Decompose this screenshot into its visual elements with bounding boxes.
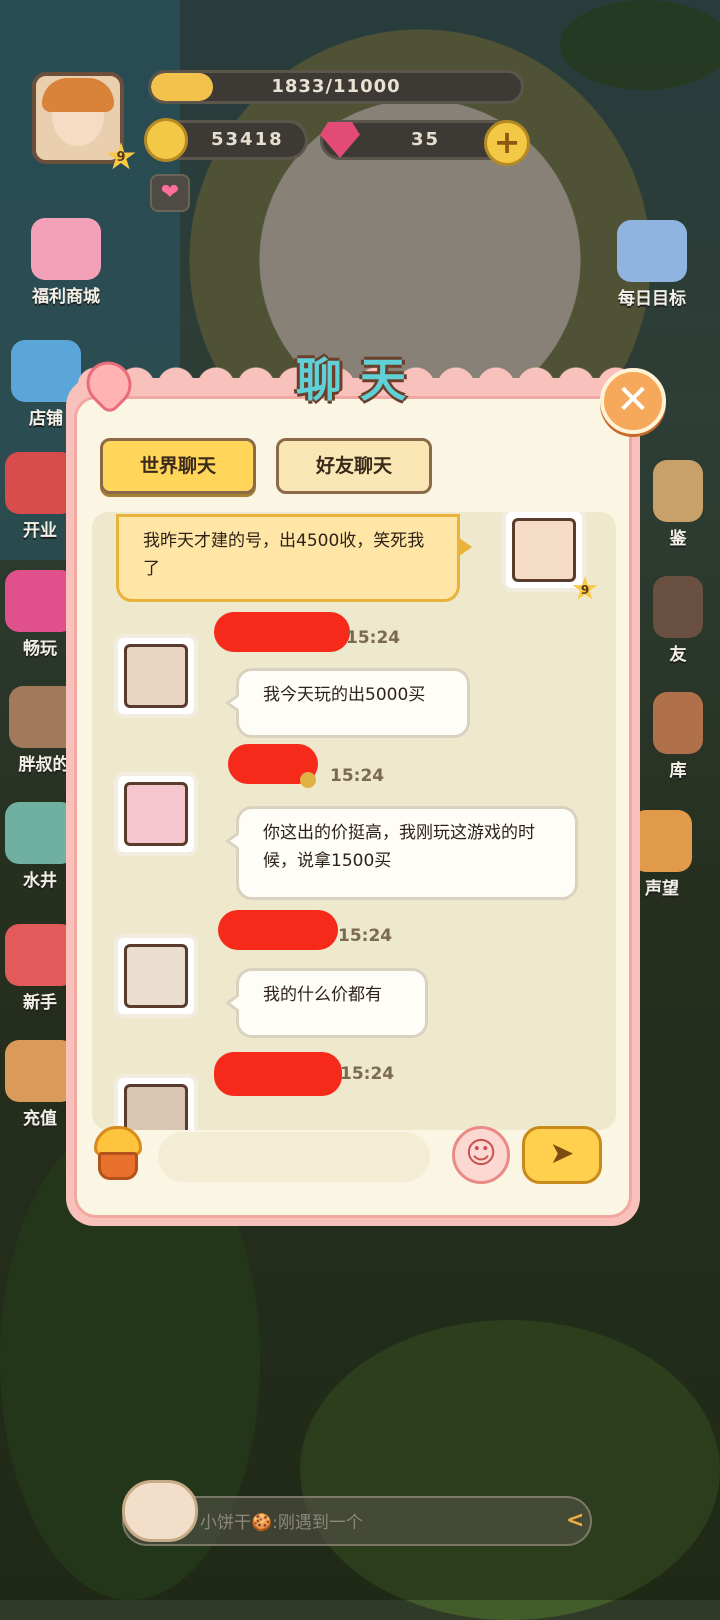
close-button[interactable]: ✕	[600, 368, 666, 434]
collapse-arrow-icon[interactable]: <	[566, 1508, 584, 1533]
user-avatar[interactable]	[114, 772, 198, 856]
cake-shop-icon	[31, 218, 101, 280]
gem-amount: 35	[411, 129, 441, 150]
add-gems-button[interactable]: +	[484, 120, 530, 166]
avatar-image	[124, 944, 188, 1008]
coin-amount: 53418	[211, 129, 284, 150]
sidebar-item-collection[interactable]: 鉴	[628, 460, 720, 549]
avatar-image	[512, 518, 576, 582]
cupcake-icon[interactable]	[90, 1126, 146, 1182]
chat-bubble: 你这出的价挺高，我刚玩这游戏的时候，说拿1500买	[225, 806, 578, 900]
user-avatar[interactable]	[114, 1074, 198, 1130]
friends-icon	[653, 576, 703, 638]
sidebar-item-daily-goals[interactable]: 每日目标	[602, 220, 702, 309]
message-text: 我的什么价都有	[263, 985, 382, 1005]
redacted-username	[214, 1052, 342, 1096]
cupcake-bottom	[98, 1152, 138, 1180]
clock-icon	[300, 772, 316, 788]
gift-icon	[5, 452, 75, 514]
tab-world-chat[interactable]: 世界聊天	[100, 438, 256, 494]
sidebar-item-friends[interactable]: 友	[628, 576, 720, 665]
player-avatar[interactable]	[32, 72, 124, 164]
message-time: 15:24	[338, 926, 393, 946]
chat-message-input[interactable]	[158, 1132, 430, 1182]
chat-message-list[interactable]: 我昨天才建的号，出4500收，笑死我了 9 15:24 我今天玩的出5000买 …	[92, 512, 616, 1130]
avatar-image	[124, 1084, 188, 1130]
sidebar-item-welfare-shop[interactable]: 福利商城	[16, 218, 116, 307]
redacted-username	[218, 910, 338, 950]
chat-bubble-icon[interactable]	[122, 1480, 198, 1542]
sidebar-label: 福利商城	[32, 287, 100, 307]
avatar-hair	[42, 78, 114, 112]
message-time: 15:24	[346, 628, 401, 648]
recharge-icon	[5, 1040, 75, 1102]
message-text: 我昨天才建的号，出4500收，笑死我了	[143, 531, 425, 579]
gift-box-icon	[5, 570, 75, 632]
storage-icon	[653, 692, 703, 754]
sidebar-label: 库	[669, 761, 687, 781]
sidebar-label: 友	[669, 645, 687, 665]
heart-icon[interactable]: ❤	[150, 174, 190, 212]
avatar-image	[124, 644, 188, 708]
redacted-username	[214, 612, 350, 652]
well-icon	[5, 802, 75, 864]
sidebar-label: 鉴	[669, 529, 687, 549]
message-text: 你这出的价挺高，我刚玩这游戏的时候，说拿1500买	[263, 823, 535, 871]
message-time: 15:24	[340, 1064, 395, 1084]
message-time: 15:24	[330, 766, 385, 786]
xp-bar: 1833/11000	[148, 70, 524, 104]
user-avatar[interactable]	[114, 634, 198, 718]
calendar-icon	[617, 220, 687, 282]
sidebar-label: 每日目标	[618, 289, 686, 309]
tab-friend-chat[interactable]: 好友聊天	[276, 438, 432, 494]
chat-bubble: 我今天玩的出5000买	[225, 668, 470, 738]
chat-bubble: 我的什么价都有	[225, 968, 428, 1038]
newbie-icon	[5, 924, 75, 986]
collection-icon	[653, 460, 703, 522]
my-avatar[interactable]	[502, 512, 586, 592]
user-avatar[interactable]	[114, 934, 198, 1018]
send-button[interactable]: ➤	[522, 1126, 602, 1184]
xp-text: 1833/11000	[271, 76, 401, 97]
emoji-button[interactable]: ☺	[452, 1126, 510, 1184]
my-chat-bubble: 我昨天才建的号，出4500收，笑死我了	[116, 514, 472, 602]
message-text: 我今天玩的出5000买	[263, 685, 426, 705]
sidebar-item-storage[interactable]: 库	[628, 692, 720, 781]
avatar-image	[124, 782, 188, 846]
coin-icon	[144, 118, 188, 162]
reputation-icon	[632, 810, 692, 872]
chat-ticker-text: 小饼干🍪:刚遇到一个	[200, 1513, 363, 1533]
